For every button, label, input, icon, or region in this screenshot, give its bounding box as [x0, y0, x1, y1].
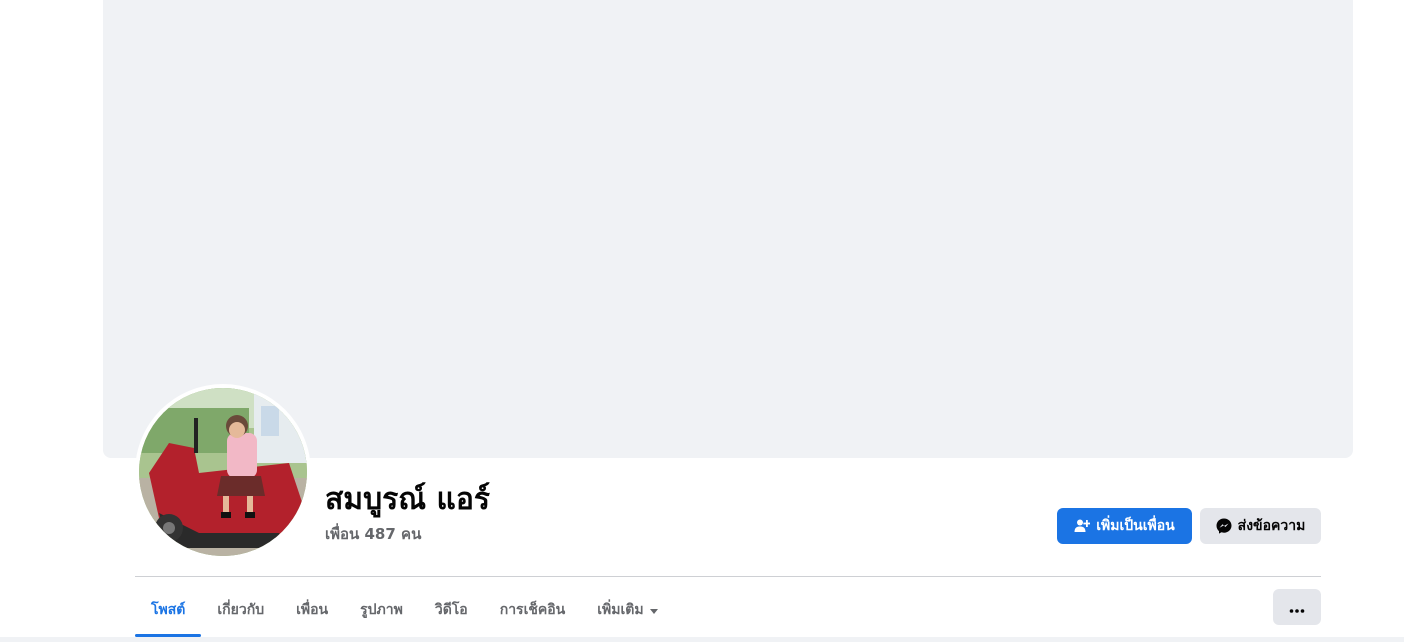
tab-videos[interactable]: วิดีโอ	[419, 584, 484, 636]
message-label: ส่งข้อความ	[1237, 518, 1306, 534]
add-friend-label: เพิ่มเป็นเพื่อน	[1096, 518, 1175, 534]
tab-label: เกี่ยวกับ	[217, 602, 265, 618]
profile-divider	[135, 576, 1321, 577]
ellipsis-icon	[1289, 598, 1305, 617]
tab-label: การเช็คอิน	[499, 602, 566, 618]
tab-about[interactable]: เกี่ยวกับ	[201, 584, 280, 636]
tab-label: รูปภาพ	[360, 602, 403, 618]
add-friend-button[interactable]: เพิ่มเป็นเพื่อน	[1057, 508, 1192, 544]
message-button[interactable]: ส่งข้อความ	[1200, 508, 1321, 544]
profile-photo	[139, 388, 307, 556]
tab-friends[interactable]: เพื่อน	[280, 584, 344, 636]
tab-checkins[interactable]: การเช็คอิน	[484, 584, 582, 636]
caret-down-icon	[649, 608, 658, 614]
tab-label: วิดีโอ	[434, 602, 468, 618]
tab-label: เพิ่มเติม	[597, 602, 644, 618]
profile-tabs: โพสต์ เกี่ยวกับ เพื่อน รูปภาพ วิดีโอ การ…	[135, 584, 674, 637]
cover-photo[interactable]	[103, 0, 1353, 458]
tab-photos[interactable]: รูปภาพ	[344, 584, 419, 636]
tab-label: เพื่อน	[296, 602, 329, 618]
tab-label: โพสต์	[151, 602, 186, 618]
add-person-icon	[1074, 518, 1091, 534]
more-options-button[interactable]	[1273, 589, 1321, 625]
profile-picture[interactable]	[135, 384, 311, 560]
feed-background	[0, 637, 1404, 642]
tab-more[interactable]: เพิ่มเติม	[581, 584, 673, 636]
profile-name: สมบูรณ์ แอร์	[325, 482, 490, 517]
messenger-icon	[1216, 518, 1232, 534]
tab-posts[interactable]: โพสต์	[135, 584, 202, 637]
friends-count[interactable]: เพื่อน 487 คน	[325, 522, 421, 546]
